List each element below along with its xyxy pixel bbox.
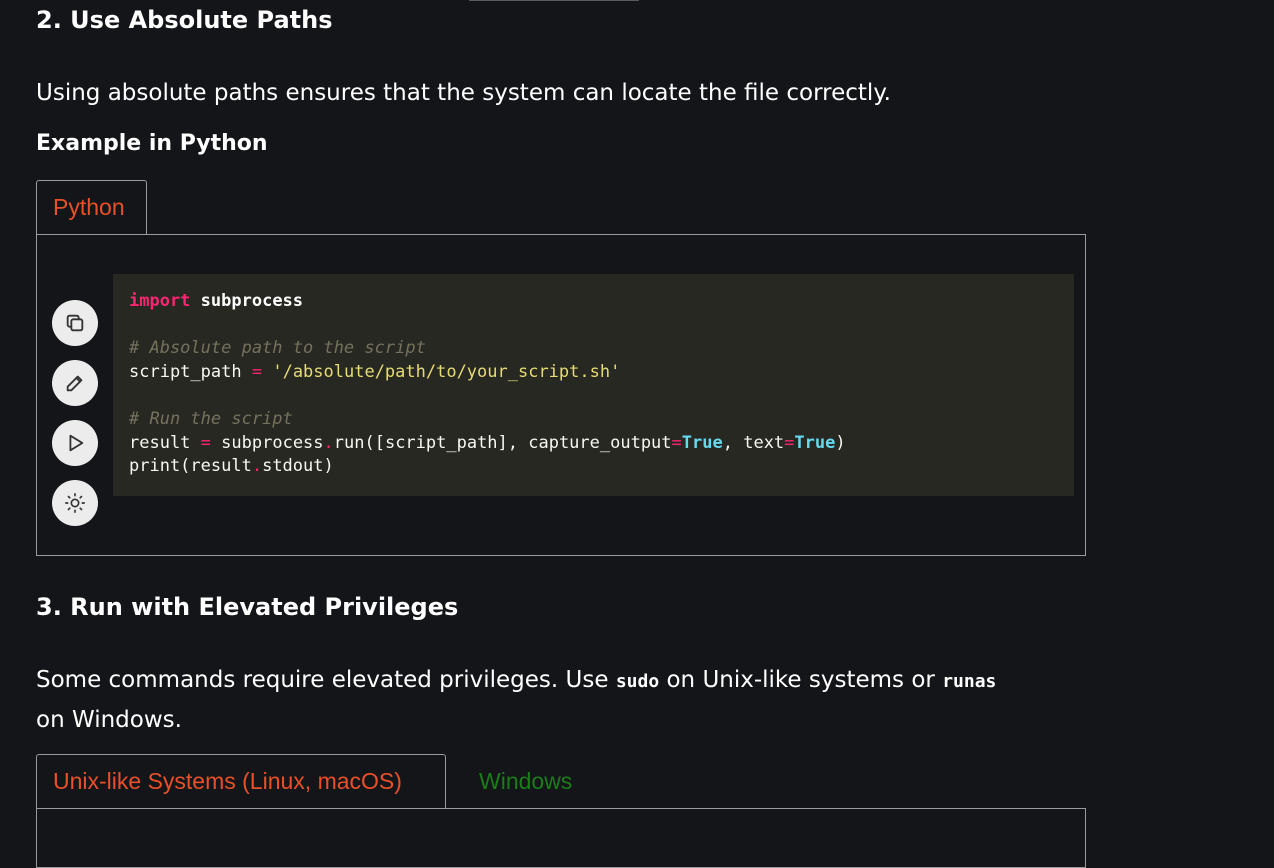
code-module: subprocess (200, 291, 304, 311)
theme-button[interactable] (52, 480, 98, 526)
code-text: , text (722, 432, 785, 453)
code-operator: . (323, 432, 334, 453)
section-paragraph-absolute-paths: Using absolute paths ensures that the sy… (36, 80, 891, 106)
code-text: run([script_path], capture_output (333, 432, 672, 453)
code-text: print(result (129, 456, 252, 477)
play-icon (69, 434, 84, 452)
copy-icon (66, 314, 84, 332)
code-operator: = (200, 432, 211, 453)
tab-windows-label: Windows (479, 767, 573, 794)
paragraph-text: Some commands require elevated privilege… (36, 667, 616, 693)
code-comment: # Absolute path to the script (129, 338, 426, 359)
tab-windows[interactable]: Windows (463, 754, 588, 808)
inline-code-sudo: sudo (615, 671, 660, 692)
code-operator: . (251, 456, 263, 477)
code-string: '/absolute/path/to/your_script.sh' (272, 361, 621, 382)
code-operator: = (251, 361, 263, 382)
copy-button[interactable] (52, 300, 98, 346)
code-boolean: True (794, 432, 836, 453)
edit-icon (66, 375, 83, 392)
tab-unix-like[interactable]: Unix-like Systems (Linux, macOS) (36, 754, 446, 808)
theme-icon (65, 493, 85, 513)
code-comment: # Run the script (129, 408, 293, 429)
code-operator: = (784, 432, 795, 453)
section-paragraph-elevated-privileges: Some commands require elevated privilege… (36, 661, 1026, 740)
code-panel-unix (36, 808, 1086, 868)
code-panel-python: import subprocess # Absolute path to the… (36, 234, 1086, 556)
code-text: subprocess (221, 432, 324, 453)
example-subheading: Example in Python (36, 131, 268, 156)
code-text: ) (835, 432, 846, 453)
paragraph-text: on Windows. (36, 707, 182, 733)
code-text: result (129, 432, 191, 453)
tab-python-label: Python (53, 194, 125, 220)
previous-tab-underline (469, 0, 639, 1)
paragraph-text: on Unix-like systems or (659, 667, 943, 693)
code-var: script_path (129, 361, 242, 382)
code-toolbar (52, 300, 98, 540)
code-text: stdout) (262, 456, 334, 477)
section-heading-elevated-privileges: 3. Run with Elevated Privileges (36, 593, 459, 621)
edit-button[interactable] (52, 360, 98, 406)
run-button[interactable] (52, 420, 98, 466)
code-boolean: True (681, 432, 723, 453)
code-keyword: import (129, 291, 191, 311)
tab-python[interactable]: Python (36, 180, 147, 234)
section-heading-absolute-paths: 2. Use Absolute Paths (36, 6, 333, 34)
code-operator: = (671, 432, 682, 453)
inline-code-runas: runas (942, 671, 997, 692)
tab-unix-like-label: Unix-like Systems (Linux, macOS) (53, 768, 402, 794)
code-block[interactable]: import subprocess # Absolute path to the… (113, 274, 1074, 496)
